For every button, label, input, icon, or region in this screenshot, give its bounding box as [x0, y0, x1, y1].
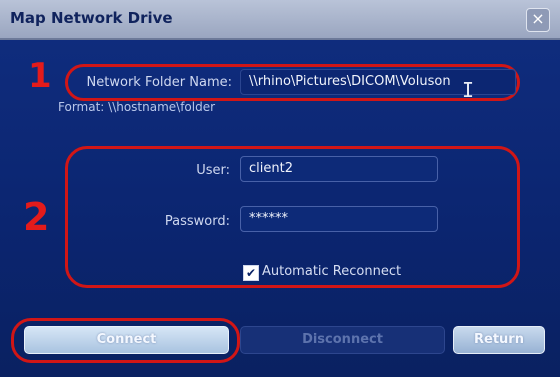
text-cursor-icon: I [462, 78, 475, 102]
user-input[interactable]: client2 [240, 156, 438, 182]
annotation-number-1: 1 [28, 56, 52, 96]
connect-button[interactable]: Connect [24, 326, 229, 354]
close-icon: × [531, 9, 545, 28]
user-label: User: [196, 163, 230, 178]
format-hint: Format: \\hostname\folder [58, 100, 216, 114]
annotation-number-2: 2 [23, 195, 50, 239]
network-folder-label: Network Folder Name: [86, 75, 232, 90]
window-title: Map Network Drive [10, 9, 173, 27]
password-label: Password: [164, 214, 230, 229]
password-input[interactable]: ****** [240, 206, 438, 232]
automatic-reconnect-checkbox[interactable]: ✔ [243, 265, 259, 281]
checkmark-icon: ✔ [245, 266, 257, 280]
return-button[interactable]: Return [453, 326, 545, 354]
disconnect-button[interactable]: Disconnect [240, 326, 445, 354]
automatic-reconnect-label: Automatic Reconnect [262, 264, 402, 279]
close-button[interactable]: × [526, 8, 550, 32]
network-folder-input[interactable]: \\rhino\Pictures\DICOM\Voluson [240, 69, 516, 95]
title-bar: Map Network Drive × [0, 0, 560, 40]
